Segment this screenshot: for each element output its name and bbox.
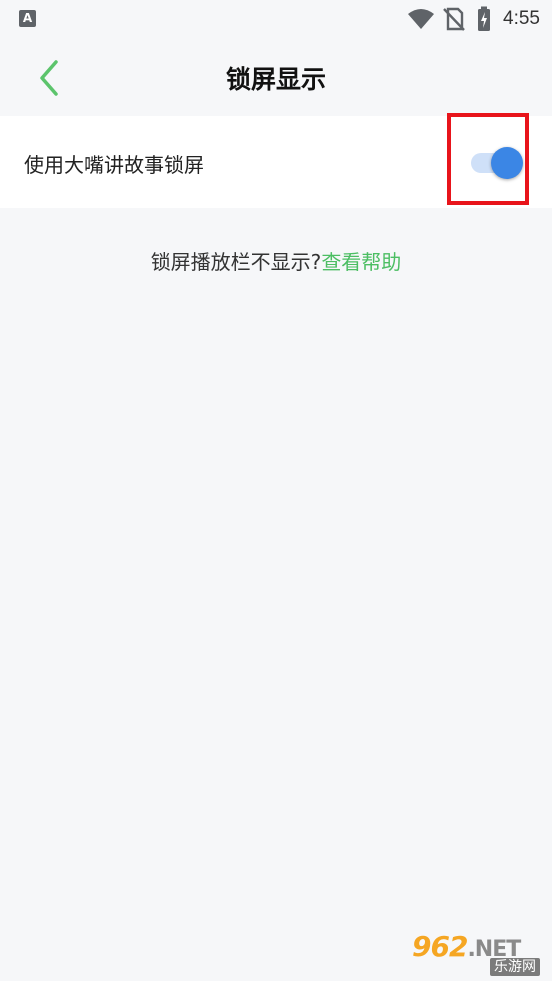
page-title: 锁屏显示: [225, 65, 326, 94]
no-sim-icon: [443, 7, 465, 31]
wifi-icon: [408, 9, 435, 29]
status-time: 4:55: [503, 8, 540, 29]
help-line: 锁屏播放栏不显示?查看帮助: [0, 246, 552, 275]
lockscreen-setting-label: 使用大嘴讲故事锁屏: [24, 153, 204, 177]
text-a-icon: A: [19, 10, 36, 27]
toggle-knob: [491, 147, 523, 179]
help-link[interactable]: 查看帮助: [321, 250, 401, 274]
status-bar: A 4:55: [0, 0, 552, 38]
notification-letter: A: [22, 11, 33, 25]
battery-charging-icon: [478, 6, 491, 31]
watermark-number: 962: [412, 930, 468, 963]
status-icons: 4:55: [407, 6, 540, 32]
watermark-cn: 乐游网: [490, 958, 540, 976]
lockscreen-toggle[interactable]: [467, 146, 525, 180]
help-question: 锁屏播放栏不显示?: [150, 250, 322, 274]
watermark-logo: 962.NET 乐游网: [412, 928, 546, 976]
top-bar: 锁屏显示: [0, 40, 552, 116]
